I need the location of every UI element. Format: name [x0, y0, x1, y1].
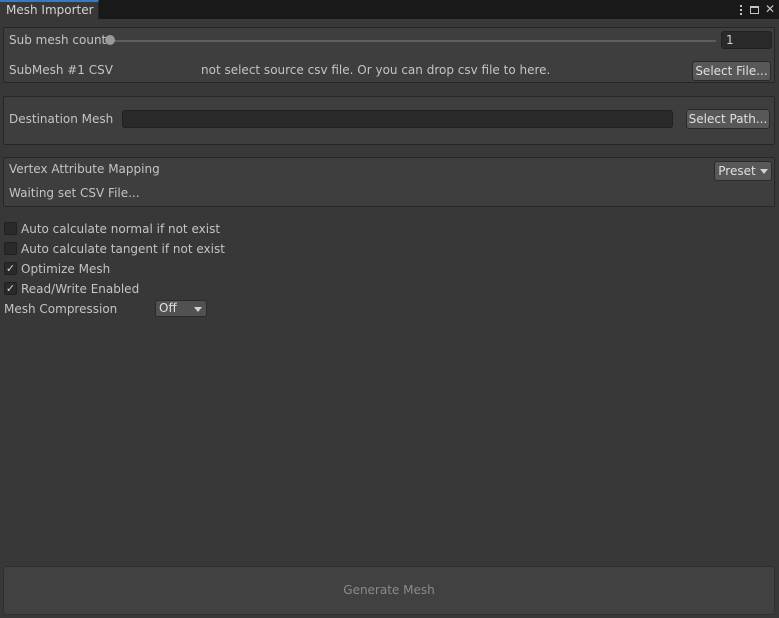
optimize-mesh-label: Optimize Mesh — [21, 262, 111, 276]
destination-path-field[interactable] — [122, 110, 673, 128]
mesh-compression-value: Off — [159, 301, 177, 315]
select-path-button[interactable]: Select Path... — [686, 109, 770, 129]
vertex-mapping-title: Vertex Attribute Mapping — [9, 162, 160, 176]
chevron-down-icon — [759, 169, 768, 174]
auto-normal-checkbox[interactable] — [4, 222, 17, 235]
auto-tangent-label: Auto calculate tangent if not exist — [21, 242, 225, 256]
kebab-menu-icon[interactable] — [738, 4, 744, 15]
window-controls: ✕ — [738, 2, 775, 16]
maximize-icon[interactable] — [749, 5, 759, 14]
mesh-compression-label: Mesh Compression — [4, 302, 118, 316]
checkmark-icon: ✓ — [5, 262, 16, 275]
destination-mesh-label: Destination Mesh — [9, 112, 114, 126]
submesh-count-field[interactable]: 1 — [721, 31, 772, 49]
auto-normal-label: Auto calculate normal if not exist — [21, 222, 221, 236]
generate-mesh-button[interactable]: Generate Mesh — [3, 566, 775, 615]
auto-tangent-checkbox[interactable] — [4, 242, 17, 255]
submesh-count-slider[interactable] — [110, 40, 716, 42]
optimize-mesh-checkbox[interactable]: ✓ — [4, 262, 17, 275]
checkmark-icon: ✓ — [5, 282, 16, 295]
chevron-down-icon — [194, 307, 202, 312]
submesh-count-slider-handle[interactable] — [105, 35, 115, 45]
mesh-compression-select[interactable]: Off — [155, 300, 207, 317]
mapping-status-text: Waiting set CSV File... — [9, 186, 140, 200]
submesh-count-label: Sub mesh count — [9, 33, 107, 47]
preset-label: Preset — [718, 164, 756, 178]
tab-mesh-importer[interactable]: Mesh Importer — [0, 0, 99, 19]
csv-drop-zone-message[interactable]: not select source csv file. Or you can d… — [201, 63, 550, 77]
window-titlebar: Mesh Importer ✕ — [0, 0, 779, 19]
preset-dropdown[interactable]: Preset — [714, 161, 772, 181]
submesh-csv-label: SubMesh #1 CSV — [9, 63, 113, 77]
tab-title: Mesh Importer — [6, 3, 94, 17]
read-write-checkbox[interactable]: ✓ — [4, 282, 17, 295]
read-write-label: Read/Write Enabled — [21, 282, 140, 296]
close-icon[interactable]: ✕ — [765, 2, 775, 16]
select-file-button[interactable]: Select File... — [692, 61, 771, 81]
